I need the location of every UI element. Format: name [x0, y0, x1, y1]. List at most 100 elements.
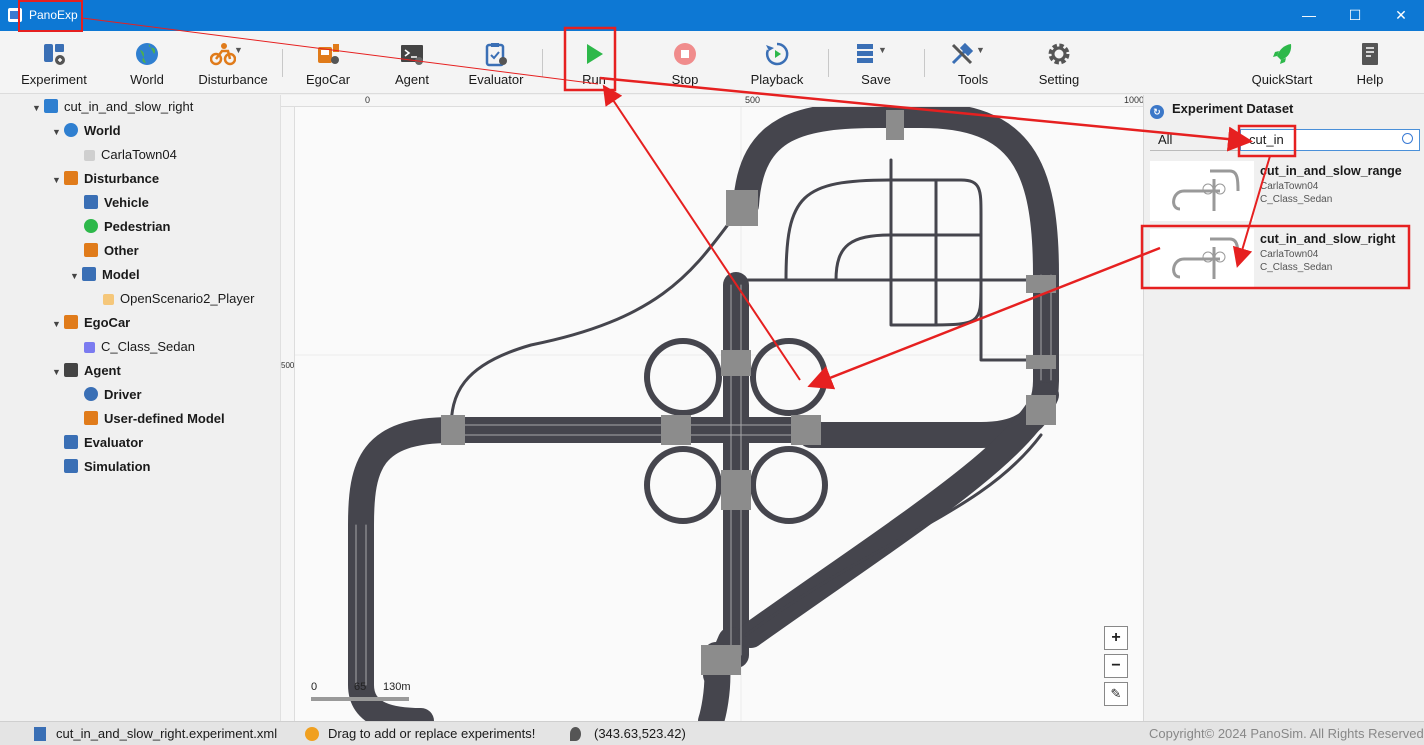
tree-item-vehicle[interactable]: Vehicle	[84, 192, 149, 214]
status-copyright: Copyright© 2024 PanoSim. All Rights Rese…	[1149, 726, 1424, 741]
tree-item-pedestrian[interactable]: Pedestrian	[84, 216, 170, 238]
egocar-icon	[64, 315, 78, 329]
motorbike-icon	[64, 171, 78, 185]
tree-root[interactable]: ▼ cut_in_and_slow_right	[32, 96, 193, 118]
status-hint: Drag to add or replace experiments!	[328, 726, 536, 741]
tree-item-openscenario2-player[interactable]: OpenScenario2_Player	[103, 288, 254, 310]
folder-icon	[44, 99, 58, 113]
scale-bar-line	[311, 697, 409, 701]
tree-item-label: User-defined Model	[104, 411, 225, 426]
chevron-down-icon: ▼	[52, 175, 61, 185]
toolbar-divider	[924, 49, 925, 77]
tree-item-disturbance[interactable]: ▼ Disturbance	[52, 168, 159, 190]
help-button[interactable]: Help	[1350, 31, 1390, 94]
tree-item-simulation[interactable]: Simulation	[64, 456, 150, 478]
map-thumbnail	[1150, 161, 1254, 221]
dataset-item-map: CarlaTown04	[1260, 181, 1319, 192]
world-label: World	[130, 72, 164, 87]
tree-item-label: World	[84, 123, 121, 138]
zoom-out-button[interactable]: −	[1104, 654, 1128, 678]
terminal-icon	[64, 363, 78, 377]
scale-label: 130m	[383, 681, 411, 693]
egocar-button[interactable]: EgoCar	[300, 31, 356, 94]
disturbance-button[interactable]: ▼ Disturbance	[196, 31, 270, 94]
tools-button[interactable]: ▼ Tools	[946, 31, 1000, 94]
evaluator-label: Evaluator	[468, 72, 524, 87]
pedestrian-icon	[84, 219, 98, 233]
dataset-item[interactable]: cut_in_and_slow_right CarlaTown04 C_Clas…	[1150, 229, 1422, 289]
tree-item-c-class-sedan[interactable]: C_Class_Sedan	[84, 336, 195, 358]
playback-icon	[765, 42, 789, 66]
road-network	[295, 102, 1143, 721]
motorbike-icon	[209, 43, 236, 66]
playback-label: Playback	[750, 72, 804, 87]
status-coordinates: (343.63,523.42)	[594, 726, 686, 741]
ruler-tick-label: 0	[365, 95, 371, 105]
ruler-tick-label: 1000	[1124, 95, 1143, 105]
globe-icon	[64, 123, 78, 137]
stop-label: Stop	[671, 72, 699, 87]
quickstart-button[interactable]: QuickStart	[1248, 31, 1316, 94]
tree-item-world[interactable]: ▼ World	[52, 120, 121, 142]
egocar-icon	[318, 44, 339, 64]
help-label: Help	[1356, 72, 1384, 87]
tools-icon	[84, 411, 98, 425]
tree-item-egocar[interactable]: ▼ EgoCar	[52, 312, 130, 334]
playback-button[interactable]: Playback	[746, 31, 808, 94]
setting-label: Setting	[1038, 72, 1080, 87]
scale-label: 65	[354, 681, 367, 693]
disturbance-label: Disturbance	[198, 72, 268, 87]
driver-icon	[84, 387, 98, 401]
search-value: cut_in	[1249, 132, 1284, 147]
measure-button[interactable]: ✎	[1104, 682, 1128, 706]
search-input[interactable]: cut_in	[1240, 129, 1420, 151]
save-icon	[857, 44, 874, 63]
experiment-button[interactable]: Experiment	[18, 31, 90, 94]
warning-icon	[305, 727, 319, 741]
stop-button[interactable]: Stop	[662, 31, 708, 94]
map-canvas[interactable]: 0 500 1000 500 + − ✎ 0 65 130m	[280, 95, 1143, 721]
tree-item-evaluator[interactable]: Evaluator	[64, 432, 143, 454]
agent-button[interactable]: Agent	[386, 31, 438, 94]
experiment-icon	[44, 44, 65, 65]
globe-icon	[136, 43, 158, 65]
zoom-in-button[interactable]: +	[1104, 626, 1128, 650]
clipboard-icon	[64, 435, 78, 449]
tree-item-label: Driver	[104, 387, 142, 402]
car-icon	[84, 195, 98, 209]
refresh-icon[interactable]: ↻	[1150, 105, 1164, 119]
model-icon	[82, 267, 96, 281]
save-button[interactable]: ▼ Save	[852, 31, 900, 94]
minimize-button[interactable]: —	[1286, 0, 1332, 31]
dataset-item-map: CarlaTown04	[1260, 249, 1319, 260]
run-button[interactable]: Run	[572, 31, 616, 94]
maximize-button[interactable]: ☐	[1332, 0, 1378, 31]
simulation-icon	[64, 459, 78, 473]
scale-label: 0	[311, 681, 318, 693]
evaluator-button[interactable]: Evaluator	[466, 31, 526, 94]
tree-item-agent[interactable]: ▼ Agent	[52, 360, 121, 382]
toolbar-divider	[282, 49, 283, 77]
tree-item-label: Evaluator	[84, 435, 144, 450]
world-button[interactable]: World	[120, 31, 174, 94]
tree-item-model[interactable]: ▼ Model	[70, 264, 140, 286]
window-title: PanoExp	[29, 8, 78, 22]
close-button[interactable]: ✕	[1378, 0, 1424, 31]
dataset-item[interactable]: cut_in_and_slow_range CarlaTown04 C_Clas…	[1150, 161, 1422, 221]
tree-root-label: cut_in_and_slow_right	[64, 99, 194, 114]
tools-icon	[952, 42, 974, 65]
play-icon	[587, 44, 603, 64]
car-icon	[84, 342, 95, 353]
tree-item-driver[interactable]: Driver	[84, 384, 142, 406]
tree-item-user-defined-model[interactable]: User-defined Model	[84, 408, 225, 430]
search-icon[interactable]	[1402, 133, 1413, 144]
rocket-icon	[1273, 44, 1292, 64]
tree-item-label: Vehicle	[104, 195, 149, 210]
tree-item-other[interactable]: Other	[84, 240, 139, 262]
toolbar-divider	[828, 49, 829, 77]
category-filter[interactable]: All	[1150, 129, 1240, 151]
chevron-down-icon: ▼	[234, 45, 243, 55]
experiment-dataset-panel: ↻ Experiment Dataset All cut_in cut_in_an…	[1143, 95, 1424, 721]
tree-item-carlatown04[interactable]: CarlaTown04	[84, 144, 177, 166]
setting-button[interactable]: Setting	[1034, 31, 1084, 94]
